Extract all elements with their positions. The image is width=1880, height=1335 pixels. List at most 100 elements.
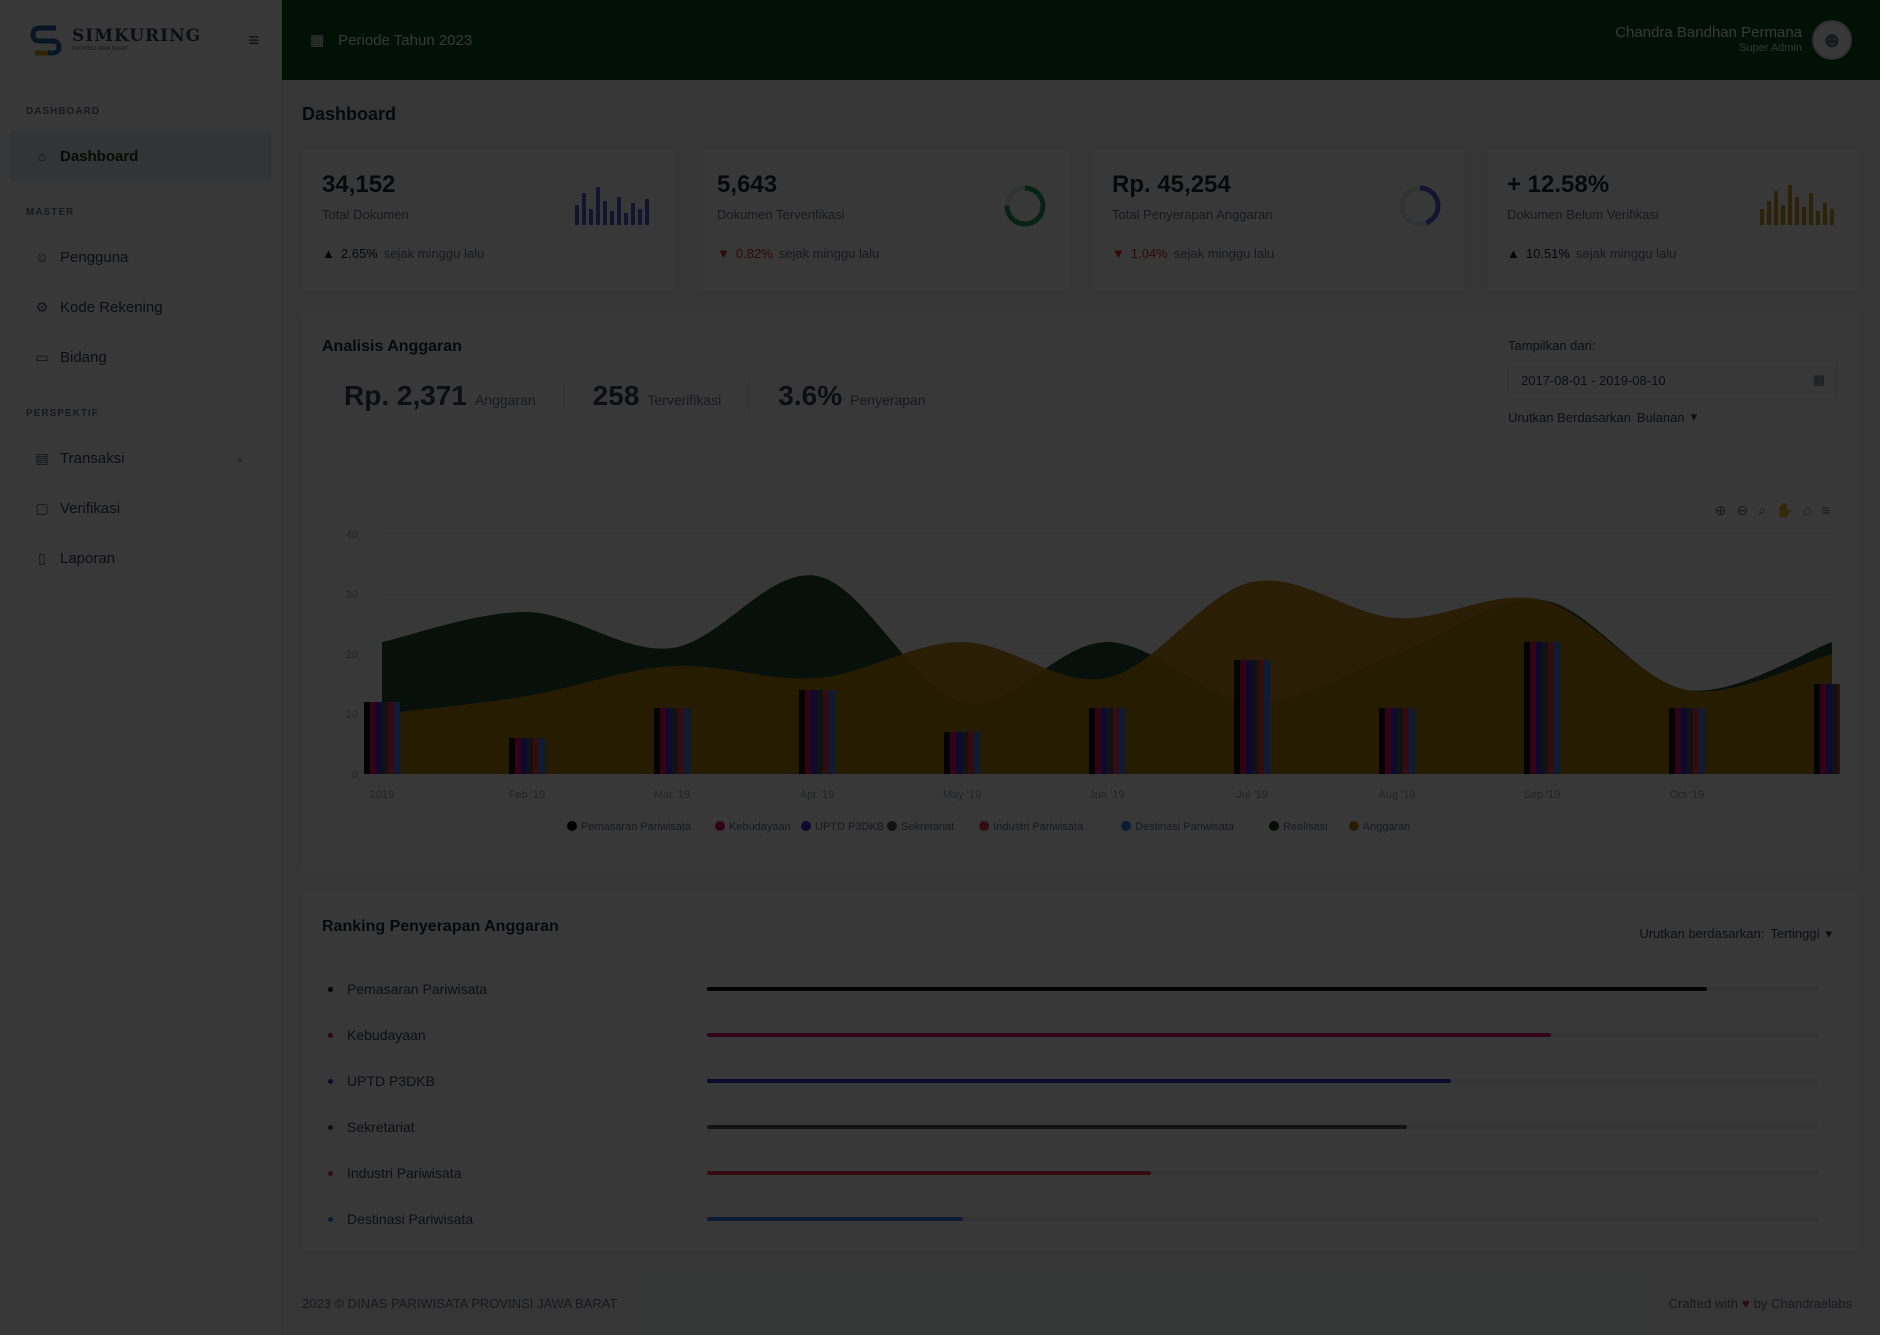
date-range-input[interactable]: 2017-08-01 - 2019-08-10 ▦ (1508, 361, 1838, 399)
radial-chart (1399, 185, 1441, 227)
x-tick-label: 2019 (370, 789, 394, 801)
bar (364, 702, 370, 774)
ranking-name: Kebudayaan (347, 1027, 426, 1043)
main-content: Dashboard 34,152 Total Dokumen ▲ 2.65% s… (282, 80, 1880, 1335)
sidebar-item-dashboard[interactable]: ⌂ Dashboard (10, 131, 271, 181)
ranking-track (707, 1033, 1818, 1037)
sidebar-heading: PERSPEKTIF (26, 408, 99, 419)
legend-label: Kebudayaan (729, 821, 791, 833)
bar (388, 702, 394, 774)
reset-home-icon[interactable]: ⌂ (1803, 502, 1811, 519)
user-role: Super Admin (1739, 42, 1802, 55)
page-title: Dashboard (302, 104, 397, 124)
bar (962, 732, 968, 774)
bar (1397, 708, 1403, 774)
range-label: Tampilkan dari: (1508, 338, 1596, 353)
file-icon: ▯ (38, 549, 46, 566)
sidebar-item-transaksi[interactable]: ▤ Transaksi ⌄ (10, 433, 271, 483)
stat-change: 0.82% (735, 246, 773, 261)
bar (1403, 708, 1409, 774)
chart-toolbar: ⊕ ⊖ ⌕ ✋ ⌂ ≡ (1715, 502, 1830, 519)
stat-label: Dokumen Terverifikasi (717, 207, 845, 222)
ranking-bar (707, 1033, 1552, 1037)
bar (533, 738, 539, 774)
bar (1240, 660, 1246, 774)
bullet-icon (328, 986, 333, 992)
stat-change: 10.51% (1525, 246, 1570, 261)
ranking-bar (707, 1171, 1152, 1175)
menu-icon[interactable]: ≡ (1822, 502, 1830, 519)
bar (956, 732, 962, 774)
bar (1385, 708, 1391, 774)
bar (1107, 708, 1113, 774)
bar (684, 708, 690, 774)
bar (1101, 708, 1107, 774)
search-icon[interactable]: ⌕ (1758, 502, 1766, 519)
calendar-icon: ▦ (1812, 372, 1825, 387)
chart-svg: 0 10 20 30 40 2019 Feb '19 Mar '19 Apr '19 May '1… (346, 529, 1850, 833)
legend-marker (1348, 821, 1359, 831)
bar (515, 738, 521, 774)
sidebar-item-verifikasi[interactable]: ▢ Verifikasi (10, 483, 271, 533)
trend-up-icon: ▲ (1507, 246, 1520, 261)
bar (817, 690, 823, 774)
sort-value: Tertinggi (1770, 926, 1820, 941)
bar (509, 738, 515, 774)
sidebar-item-bidang[interactable]: ▭ Bidang (10, 332, 271, 382)
sidebar-item-label: Pengguna (60, 248, 129, 266)
sidebar: SIMKURING PROVINSI JAWA BARAT ≡ DASHBOAR… (0, 0, 282, 1335)
home-icon: ⌂ (37, 148, 47, 164)
sort-selector[interactable]: Urutkan Berdasarkan Bulanan ▾ (1508, 409, 1838, 425)
avatar[interactable]: ☻ (1812, 20, 1852, 60)
pan-icon[interactable]: ✋ (1776, 502, 1793, 519)
x-tick-label: Feb '19 (509, 789, 545, 801)
bar (539, 738, 545, 774)
bar (1826, 684, 1832, 774)
sort-value: Bulanan (1636, 409, 1685, 425)
kpi-label: Terverifikasi (647, 392, 722, 408)
bar (1669, 708, 1675, 774)
ranking-track (707, 1125, 1818, 1129)
legend-label: UPTD P3DKB (815, 821, 884, 833)
stat-card: Rp. 45,254 Total Penyerapan Anggaran ▼ 1… (1092, 149, 1465, 292)
legend-label: Realisasi (1283, 821, 1328, 833)
stat-card: + 12.58% Dokumen Belum Verifikasi ▲ 10.5… (1487, 149, 1860, 292)
menu-toggle-icon[interactable]: ≡ (248, 30, 259, 51)
legend-marker (979, 821, 990, 831)
footer: 2023 © DINAS PARIWISATA PROVINSI JAWA BA… (302, 1296, 1852, 1311)
ranking-bar (707, 1079, 1452, 1083)
ranking-name: Industri Pariwisata (347, 1165, 462, 1181)
bar (950, 732, 956, 774)
bar (382, 702, 388, 774)
bullet-icon (328, 1170, 333, 1176)
ranking-name: UPTD P3DKB (347, 1073, 435, 1089)
date-range-filter: Tampilkan dari: 2017-08-01 - 2019-08-10 … (1508, 338, 1838, 425)
bar (1234, 660, 1240, 774)
period-selector[interactable]: ▦ Periode Tahun 2023 (310, 31, 472, 50)
sidebar-item-laporan[interactable]: ▯ Laporan (10, 533, 271, 583)
bar (1838, 684, 1844, 774)
bar (1524, 642, 1530, 774)
bar (394, 702, 400, 774)
user-menu[interactable]: Chandra Bandhan Permana Super Admin ☻ (1615, 20, 1852, 60)
sidebar-section-master: MASTER ☺ Pengguna ⚙ Kode Rekening ▭ Bida… (0, 207, 281, 382)
bar (1409, 708, 1415, 774)
sidebar-item-pengguna[interactable]: ☺ Pengguna (10, 232, 271, 282)
bullet-icon (328, 1216, 333, 1222)
sidebar-item-kode-rekening[interactable]: ⚙ Kode Rekening (10, 282, 271, 332)
ranking-sort-selector[interactable]: Urutkan berdasarkan: Tertinggi ▾ (1639, 926, 1832, 942)
legend-label: Destinasi Pariwisata (1135, 821, 1235, 833)
x-tick-label: May '19 (943, 789, 981, 801)
legend-label: Industri Pariwisata (993, 821, 1084, 833)
bar (1113, 708, 1119, 774)
zoom-out-icon[interactable]: ⊖ (1736, 502, 1748, 519)
sidebar-item-label: Bidang (60, 348, 107, 366)
stat-suffix: sejak minggu lalu (778, 246, 880, 261)
kpi-label: Anggaran (474, 392, 536, 408)
brand-logo[interactable]: SIMKURING PROVINSI JAWA BARAT (28, 22, 201, 58)
sidebar-heading: MASTER (26, 207, 75, 218)
zoom-in-icon[interactable]: ⊕ (1715, 502, 1727, 519)
x-tick-label: Mar '19 (654, 789, 690, 801)
check-icon: ▢ (35, 499, 49, 516)
kpi-penyerapan: 3.6% Penyerapan (778, 380, 953, 412)
